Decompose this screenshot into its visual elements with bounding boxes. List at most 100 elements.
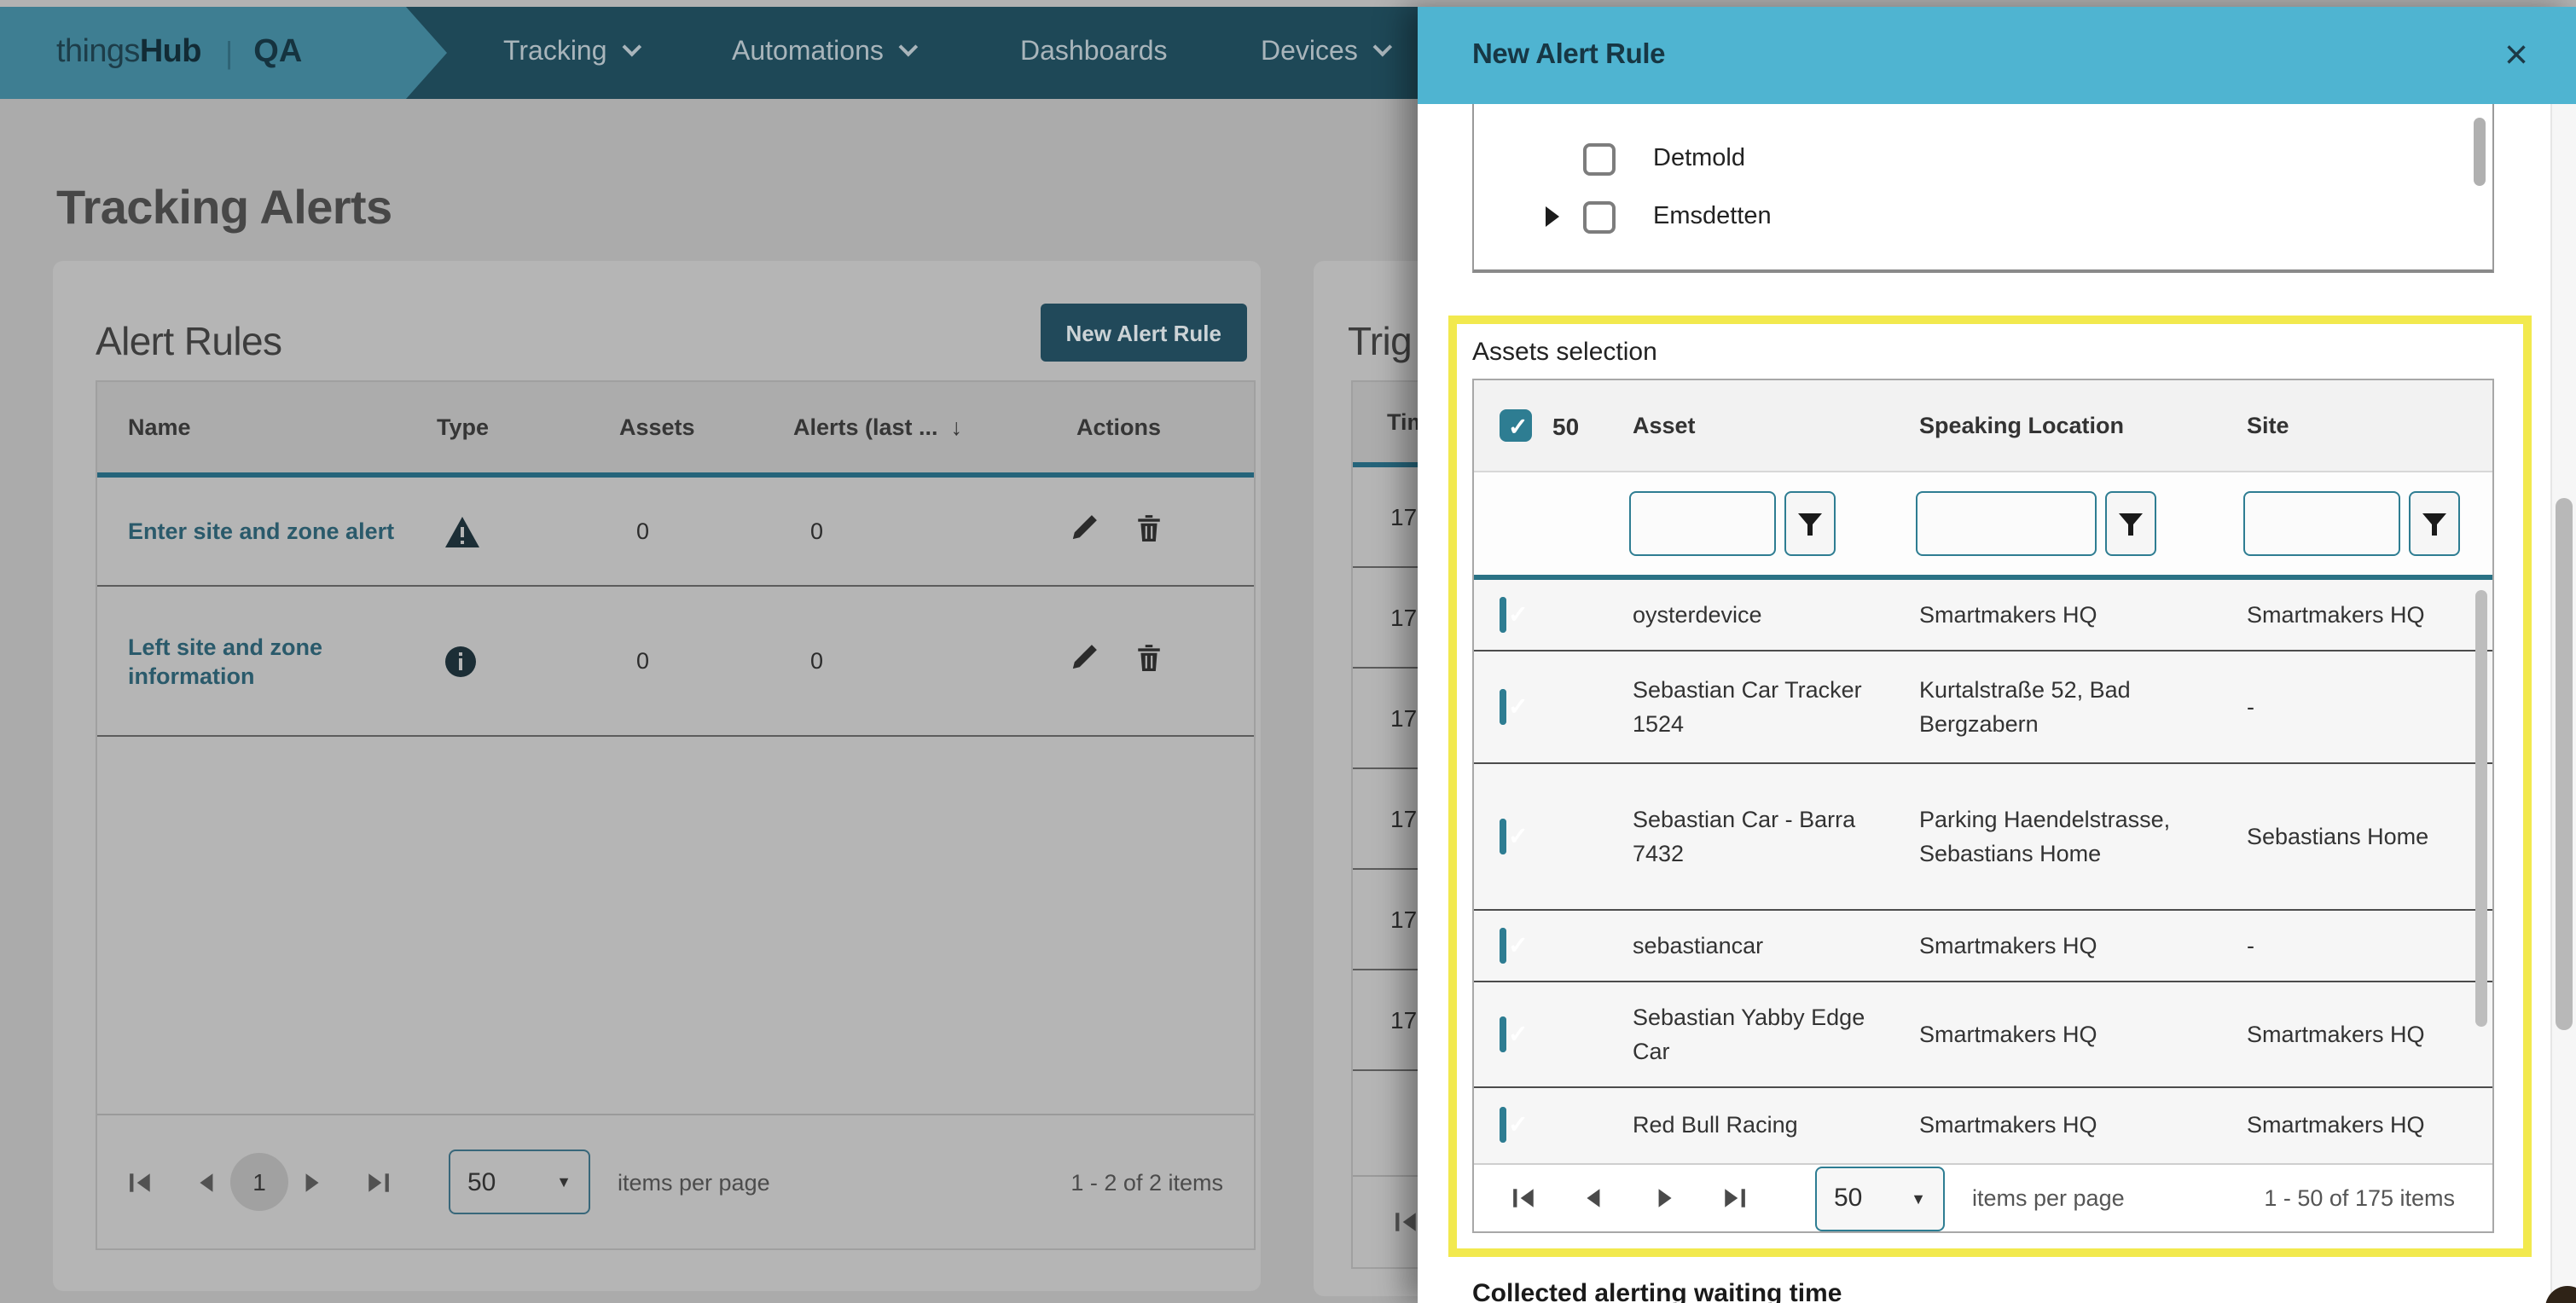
checkbox-unchecked[interactable] [1583, 272, 1616, 273]
row-checkbox[interactable] [1500, 688, 1506, 724]
drawer-title: New Alert Rule [1472, 39, 1665, 72]
checkbox-unchecked[interactable] [1583, 142, 1616, 175]
assets-filter-row [1474, 472, 2492, 575]
column-header-name[interactable]: Name [97, 414, 423, 440]
window-scrollbar-thumb[interactable] [2556, 498, 2573, 1030]
time-cell: 17 [1353, 906, 1417, 933]
column-header-asset[interactable]: Asset [1605, 413, 1892, 438]
nav-item-devices[interactable]: Devices [1261, 7, 1387, 99]
row-checkbox[interactable] [1500, 1016, 1506, 1051]
table-row: Left site and zone information 0 0 [97, 587, 1254, 737]
row-checkbox[interactable] [1500, 1107, 1506, 1143]
column-header-assets[interactable]: Assets [606, 414, 780, 440]
column-header-site[interactable]: Site [2219, 413, 2496, 438]
location-cell: Kurtalstraße 52, Bad Bergzabern [1892, 673, 2219, 741]
last-page-icon[interactable] [365, 1169, 391, 1195]
table-row: Sebastian Yabby Edge Car Smartmakers HQ … [1474, 982, 2492, 1088]
location-cell: Smartmakers HQ [1892, 1109, 2219, 1143]
page-size-select[interactable]: 50▼ [1815, 1166, 1945, 1231]
column-header-time[interactable]: Tim [1353, 409, 1428, 435]
new-alert-rule-drawer: Detmold Emsdetten Site B Assets selectio… [1418, 7, 2576, 1303]
page-size-value: 50 [1834, 1184, 1862, 1213]
delete-icon[interactable] [1136, 642, 1162, 680]
selected-count: 50 [1552, 412, 1579, 439]
alerts-count: 0 [780, 518, 1063, 544]
tree-scrollbar-thumb[interactable] [2474, 118, 2486, 186]
column-header-alerts-label: Alerts (last ... [793, 414, 938, 440]
next-page-icon[interactable] [299, 1169, 324, 1195]
assets-table: 50 Asset Speaking Location Site [1472, 379, 2494, 1233]
previous-page-icon[interactable] [1581, 1185, 1607, 1211]
asset-cell: oysterdevice [1605, 598, 1892, 632]
asset-cell: sebastiancar [1605, 929, 1892, 963]
nav-item-automations[interactable]: Automations [732, 7, 913, 99]
brand-logo[interactable]: thingsHub | QA [0, 7, 447, 99]
asset-filter-button[interactable] [1784, 491, 1836, 556]
site-filter-button[interactable] [2409, 491, 2460, 556]
warning-icon [423, 514, 606, 548]
first-page-icon[interactable] [1511, 1185, 1537, 1211]
last-page-icon[interactable] [1721, 1185, 1747, 1211]
brand-env: QA [253, 34, 302, 72]
assets-selection-highlight: Assets selection 50 Asset Speaking Locat… [1448, 316, 2532, 1257]
row-checkbox[interactable] [1500, 818, 1506, 854]
edit-icon[interactable] [1070, 513, 1099, 550]
previous-page-icon[interactable] [194, 1169, 220, 1195]
site-filter-input[interactable] [2243, 491, 2400, 556]
site-cell: - [2219, 929, 2496, 963]
table-row: Sebastian Car - Barra 7432 Parking Haend… [1474, 764, 2492, 911]
table-row: sebastiancar Smartmakers HQ - [1474, 911, 2492, 982]
tree-item-emsdetten: Emsdetten [1546, 189, 1772, 244]
current-page-button[interactable]: 1 [230, 1153, 288, 1211]
tree-item-detmold: Detmold [1583, 131, 1745, 186]
next-page-icon[interactable] [1651, 1185, 1677, 1211]
assets-table-body: oysterdevice Smartmakers HQ Smartmakers … [1474, 580, 2492, 1163]
asset-filter-input[interactable] [1629, 491, 1776, 556]
table-scrollbar-thumb[interactable] [2475, 590, 2487, 1027]
time-cell: 17 [1353, 503, 1417, 530]
site-cell: Smartmakers HQ [2219, 1109, 2496, 1143]
alert-rule-link[interactable]: Left site and zone information [97, 632, 353, 690]
table-row: Sebastian Car Tracker 1524 Kurtalstraße … [1474, 652, 2492, 764]
nav-item-tracking[interactable]: Tracking [503, 7, 636, 99]
column-header-alerts[interactable]: Alerts (last ... ↓ [780, 414, 1063, 440]
page-size-select[interactable]: 50▼ [449, 1150, 590, 1214]
alerts-count: 0 [780, 648, 1063, 674]
expand-arrow-icon[interactable] [1546, 206, 1559, 227]
location-cell: Smartmakers HQ [1892, 1017, 2219, 1051]
select-all-checkbox[interactable] [1500, 409, 1532, 442]
location-filter-input[interactable] [1916, 491, 2097, 556]
page-title: Tracking Alerts [56, 181, 392, 235]
time-cell: 17 [1353, 604, 1417, 631]
app-viewport: thingsHub | QA Tracking Automations Dash… [0, 0, 2576, 1303]
window-scrollbar[interactable] [2550, 104, 2576, 1303]
location-filter-button[interactable] [2105, 491, 2156, 556]
column-header-type[interactable]: Type [423, 414, 606, 440]
brand-divider: | [225, 35, 233, 71]
collected-waiting-time-label: Collected alerting waiting time [1472, 1279, 1842, 1303]
close-icon[interactable]: × [2504, 35, 2528, 76]
first-page-icon[interactable] [1394, 1209, 1419, 1235]
location-cell: Smartmakers HQ [1892, 598, 2219, 632]
pagination-range: 1 - 50 of 175 items [2264, 1185, 2455, 1211]
top-nav: thingsHub | QA Tracking Automations Dash… [0, 7, 1418, 99]
row-checkbox[interactable] [1500, 596, 1506, 632]
location-tree-listbox[interactable]: Detmold Emsdetten Site B [1472, 92, 2494, 273]
column-header-speaking-location[interactable]: Speaking Location [1892, 413, 2219, 438]
row-checkbox[interactable] [1500, 927, 1506, 963]
assets-count: 0 [606, 518, 780, 544]
first-page-icon[interactable] [128, 1169, 154, 1195]
checkbox-unchecked[interactable] [1583, 200, 1616, 233]
site-cell: Smartmakers HQ [2219, 1017, 2496, 1051]
new-alert-rule-button[interactable]: New Alert Rule [1040, 304, 1247, 362]
brand-hub: Hub [140, 34, 201, 72]
assets-count: 0 [606, 648, 780, 674]
alert-rule-link[interactable]: Enter site and zone alert [97, 517, 423, 546]
edit-icon[interactable] [1070, 642, 1099, 680]
delete-icon[interactable] [1136, 513, 1162, 550]
chevron-down-icon [1372, 38, 1392, 57]
chevron-down-icon [622, 38, 641, 57]
nav-item-dashboards[interactable]: Dashboards [1020, 7, 1168, 99]
tree-item-label: Emsdetten [1653, 203, 1772, 230]
nav-item-label: Devices [1261, 38, 1358, 68]
